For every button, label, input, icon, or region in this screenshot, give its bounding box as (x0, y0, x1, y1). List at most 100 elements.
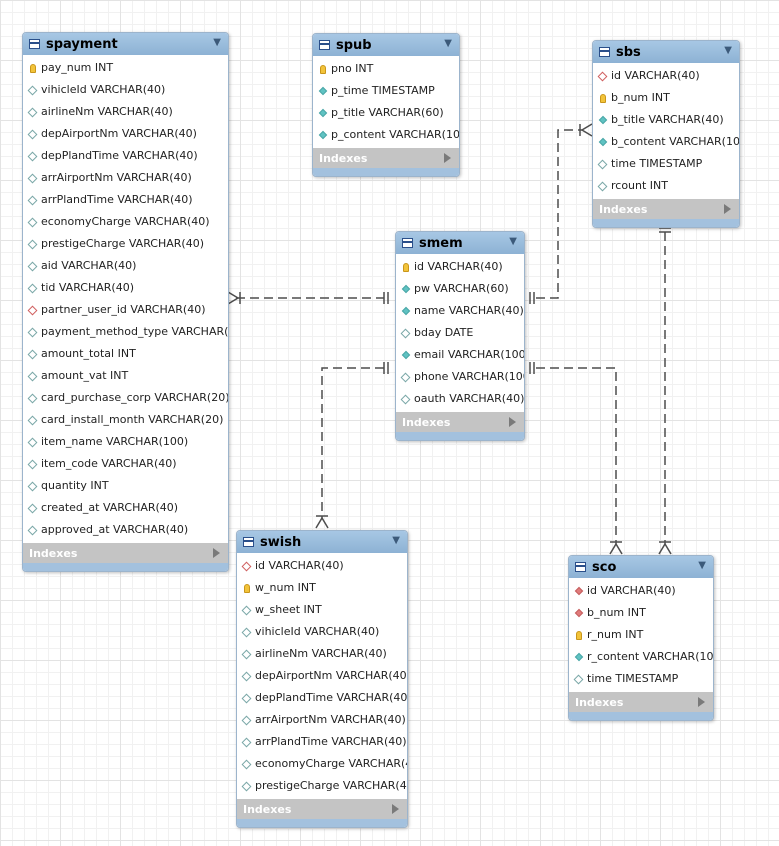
column-row[interactable]: id VARCHAR(40) (593, 65, 739, 87)
column-row[interactable]: phone VARCHAR(100) (396, 366, 524, 388)
column-row[interactable]: airlineNm VARCHAR(40) (237, 643, 407, 665)
column-row[interactable]: quantity INT (23, 475, 228, 497)
column-row[interactable]: b_title VARCHAR(40) (593, 109, 739, 131)
expand-arrow-icon[interactable] (213, 548, 220, 558)
table-header[interactable]: sco ▼ (569, 556, 713, 578)
column-row[interactable]: vihicleId VARCHAR(40) (23, 79, 228, 101)
table-header[interactable]: swish ▼ (237, 531, 407, 553)
column-row[interactable]: arrPlandTime VARCHAR(40) (237, 731, 407, 753)
table-header[interactable]: spub ▼ (313, 34, 459, 56)
table-header[interactable]: spayment ▼ (23, 33, 228, 55)
column-row[interactable]: depPlandTime VARCHAR(40) (23, 145, 228, 167)
diam-white-icon (27, 459, 38, 470)
column-row[interactable]: depAirportNm VARCHAR(40) (237, 665, 407, 687)
indexes-bar[interactable]: Indexes (237, 799, 407, 819)
column-row[interactable]: card_install_month VARCHAR(20) (23, 409, 228, 431)
column-row[interactable]: airlineNm VARCHAR(40) (23, 101, 228, 123)
column-row[interactable]: economyCharge VARCHAR(40) (237, 753, 407, 775)
collapse-arrow-icon[interactable]: ▼ (213, 37, 221, 48)
column-row[interactable]: p_time TIMESTAMP (313, 80, 459, 102)
column-row[interactable]: w_num INT (237, 577, 407, 599)
column-row[interactable]: depPlandTime VARCHAR(40) (237, 687, 407, 709)
diam-white-icon (27, 481, 38, 492)
expand-arrow-icon[interactable] (724, 204, 731, 214)
column-row[interactable]: b_num INT (569, 602, 713, 624)
column-row[interactable]: b_num INT (593, 87, 739, 109)
column-list: id VARCHAR(40) b_num INT r_num INT r_conten… (569, 578, 713, 692)
column-row[interactable]: created_at VARCHAR(40) (23, 497, 228, 519)
collapse-arrow-icon[interactable]: ▼ (444, 38, 452, 49)
column-row[interactable]: vihicleId VARCHAR(40) (237, 621, 407, 643)
column-text: amount_vat INT (41, 369, 129, 382)
column-row[interactable]: p_content VARCHAR(100) (313, 124, 459, 146)
column-row[interactable]: payment_method_type VARCHAR(10) (23, 321, 228, 343)
indexes-bar[interactable]: Indexes (23, 543, 228, 563)
table-smem[interactable]: smem ▼ id VARCHAR(40) pw VARCHAR(60) name … (395, 231, 525, 441)
column-row[interactable]: item_name VARCHAR(100) (23, 431, 228, 453)
expand-arrow-icon[interactable] (444, 153, 451, 163)
column-row[interactable]: time TIMESTAMP (593, 153, 739, 175)
column-row[interactable]: p_title VARCHAR(60) (313, 102, 459, 124)
table-sco[interactable]: sco ▼ id VARCHAR(40) b_num INT r_num INT r_… (568, 555, 714, 721)
column-row[interactable]: oauth VARCHAR(40) (396, 388, 524, 410)
column-row[interactable]: r_num INT (569, 624, 713, 646)
table-footer (593, 219, 739, 227)
column-row[interactable]: name VARCHAR(40) (396, 300, 524, 322)
expand-arrow-icon[interactable] (698, 697, 705, 707)
column-row[interactable]: prestigeCharge VARCHAR(40) (237, 775, 407, 797)
expand-arrow-icon[interactable] (392, 804, 399, 814)
expand-arrow-icon[interactable] (509, 417, 516, 427)
column-row[interactable]: item_code VARCHAR(40) (23, 453, 228, 475)
column-text: depPlandTime VARCHAR(40) (41, 149, 198, 162)
collapse-arrow-icon[interactable]: ▼ (392, 535, 400, 546)
table-swish[interactable]: swish ▼ id VARCHAR(40) w_num INT w_sheet I… (236, 530, 408, 828)
indexes-bar[interactable]: Indexes (396, 412, 524, 432)
column-row[interactable]: arrPlandTime VARCHAR(40) (23, 189, 228, 211)
column-row[interactable]: pw VARCHAR(60) (396, 278, 524, 300)
column-row[interactable]: w_sheet INT (237, 599, 407, 621)
column-row[interactable]: id VARCHAR(40) (569, 580, 713, 602)
column-row[interactable]: r_content VARCHAR(100) (569, 646, 713, 668)
column-row[interactable]: amount_total INT (23, 343, 228, 365)
indexes-bar[interactable]: Indexes (313, 148, 459, 168)
column-row[interactable]: pay_num INT (23, 57, 228, 79)
table-spub[interactable]: spub ▼ pno INT p_time TIMESTAMP p_title VA… (312, 33, 460, 177)
diam-white-icon (27, 261, 38, 272)
indexes-bar[interactable]: Indexes (593, 199, 739, 219)
column-row[interactable]: arrAirportNm VARCHAR(40) (237, 709, 407, 731)
column-row[interactable]: tid VARCHAR(40) (23, 277, 228, 299)
column-row[interactable]: depAirportNm VARCHAR(40) (23, 123, 228, 145)
column-row[interactable]: email VARCHAR(100) (396, 344, 524, 366)
column-row[interactable]: id VARCHAR(40) (396, 256, 524, 278)
column-row[interactable]: time TIMESTAMP (569, 668, 713, 690)
rel-smem-sco (536, 367, 617, 544)
column-row[interactable]: amount_vat INT (23, 365, 228, 387)
column-row[interactable]: rcount INT (593, 175, 739, 197)
column-row[interactable]: economyCharge VARCHAR(40) (23, 211, 228, 233)
column-text: p_content VARCHAR(100) (331, 128, 460, 141)
column-row[interactable]: pno INT (313, 58, 459, 80)
column-row[interactable]: approved_at VARCHAR(40) (23, 519, 228, 541)
column-text: item_code VARCHAR(40) (41, 457, 177, 470)
column-row[interactable]: id VARCHAR(40) (237, 555, 407, 577)
table-header[interactable]: sbs ▼ (593, 41, 739, 63)
column-row[interactable]: prestigeCharge VARCHAR(40) (23, 233, 228, 255)
collapse-arrow-icon[interactable]: ▼ (724, 45, 732, 56)
table-sbs[interactable]: sbs ▼ id VARCHAR(40) b_num INT b_title VAR… (592, 40, 740, 228)
diam-teal-icon (573, 652, 584, 663)
diam-red-icon (573, 608, 584, 619)
column-row[interactable]: bday DATE (396, 322, 524, 344)
table-header[interactable]: smem ▼ (396, 232, 524, 254)
column-row[interactable]: partner_user_id VARCHAR(40) (23, 299, 228, 321)
table-spayment[interactable]: spayment ▼ pay_num INT vihicleId VARCHAR(… (22, 32, 229, 572)
indexes-bar[interactable]: Indexes (569, 692, 713, 712)
collapse-arrow-icon[interactable]: ▼ (698, 560, 706, 571)
indexes-label: Indexes (599, 202, 648, 216)
column-row[interactable]: card_purchase_corp VARCHAR(20) (23, 387, 228, 409)
diam-redo-icon (27, 305, 38, 316)
column-row[interactable]: arrAirportNm VARCHAR(40) (23, 167, 228, 189)
column-list: pno INT p_time TIMESTAMP p_title VARCHAR(6… (313, 56, 459, 148)
collapse-arrow-icon[interactable]: ▼ (509, 236, 517, 247)
column-row[interactable]: b_content VARCHAR(100) (593, 131, 739, 153)
column-row[interactable]: aid VARCHAR(40) (23, 255, 228, 277)
